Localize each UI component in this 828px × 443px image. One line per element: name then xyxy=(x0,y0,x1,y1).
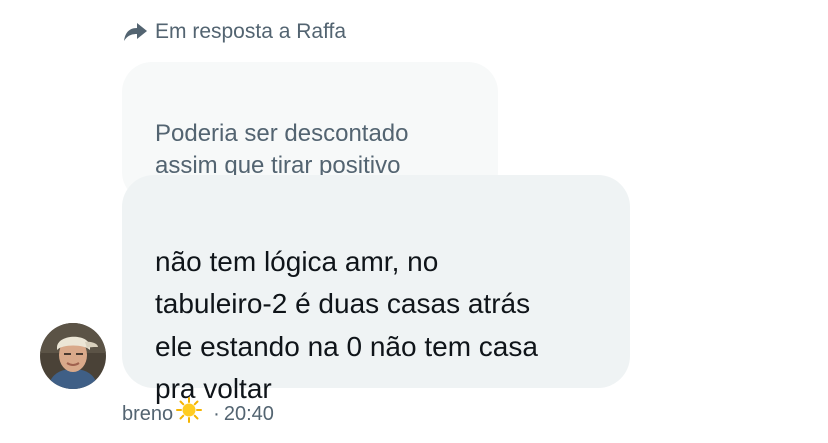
sun-icon xyxy=(175,396,203,432)
meta-separator: · xyxy=(213,403,220,425)
reply-context-label: Em resposta a Raffa xyxy=(155,20,347,43)
sender-name[interactable]: breno xyxy=(122,400,173,428)
message-time: 20:40 xyxy=(223,403,274,425)
avatar[interactable] xyxy=(40,323,106,389)
message-meta: breno · 20:40 xyxy=(122,396,274,432)
reply-arrow-icon xyxy=(123,20,149,44)
message-text: não tem lógica amr, no tabuleiro-2 é dua… xyxy=(155,245,538,405)
reply-context[interactable]: Em resposta a Raffa xyxy=(123,18,346,46)
quoted-message-text: Poderia ser descontado assim que tirar p… xyxy=(155,120,409,179)
message-bubble[interactable]: não tem lógica amr, no tabuleiro-2 é dua… xyxy=(122,175,630,404)
